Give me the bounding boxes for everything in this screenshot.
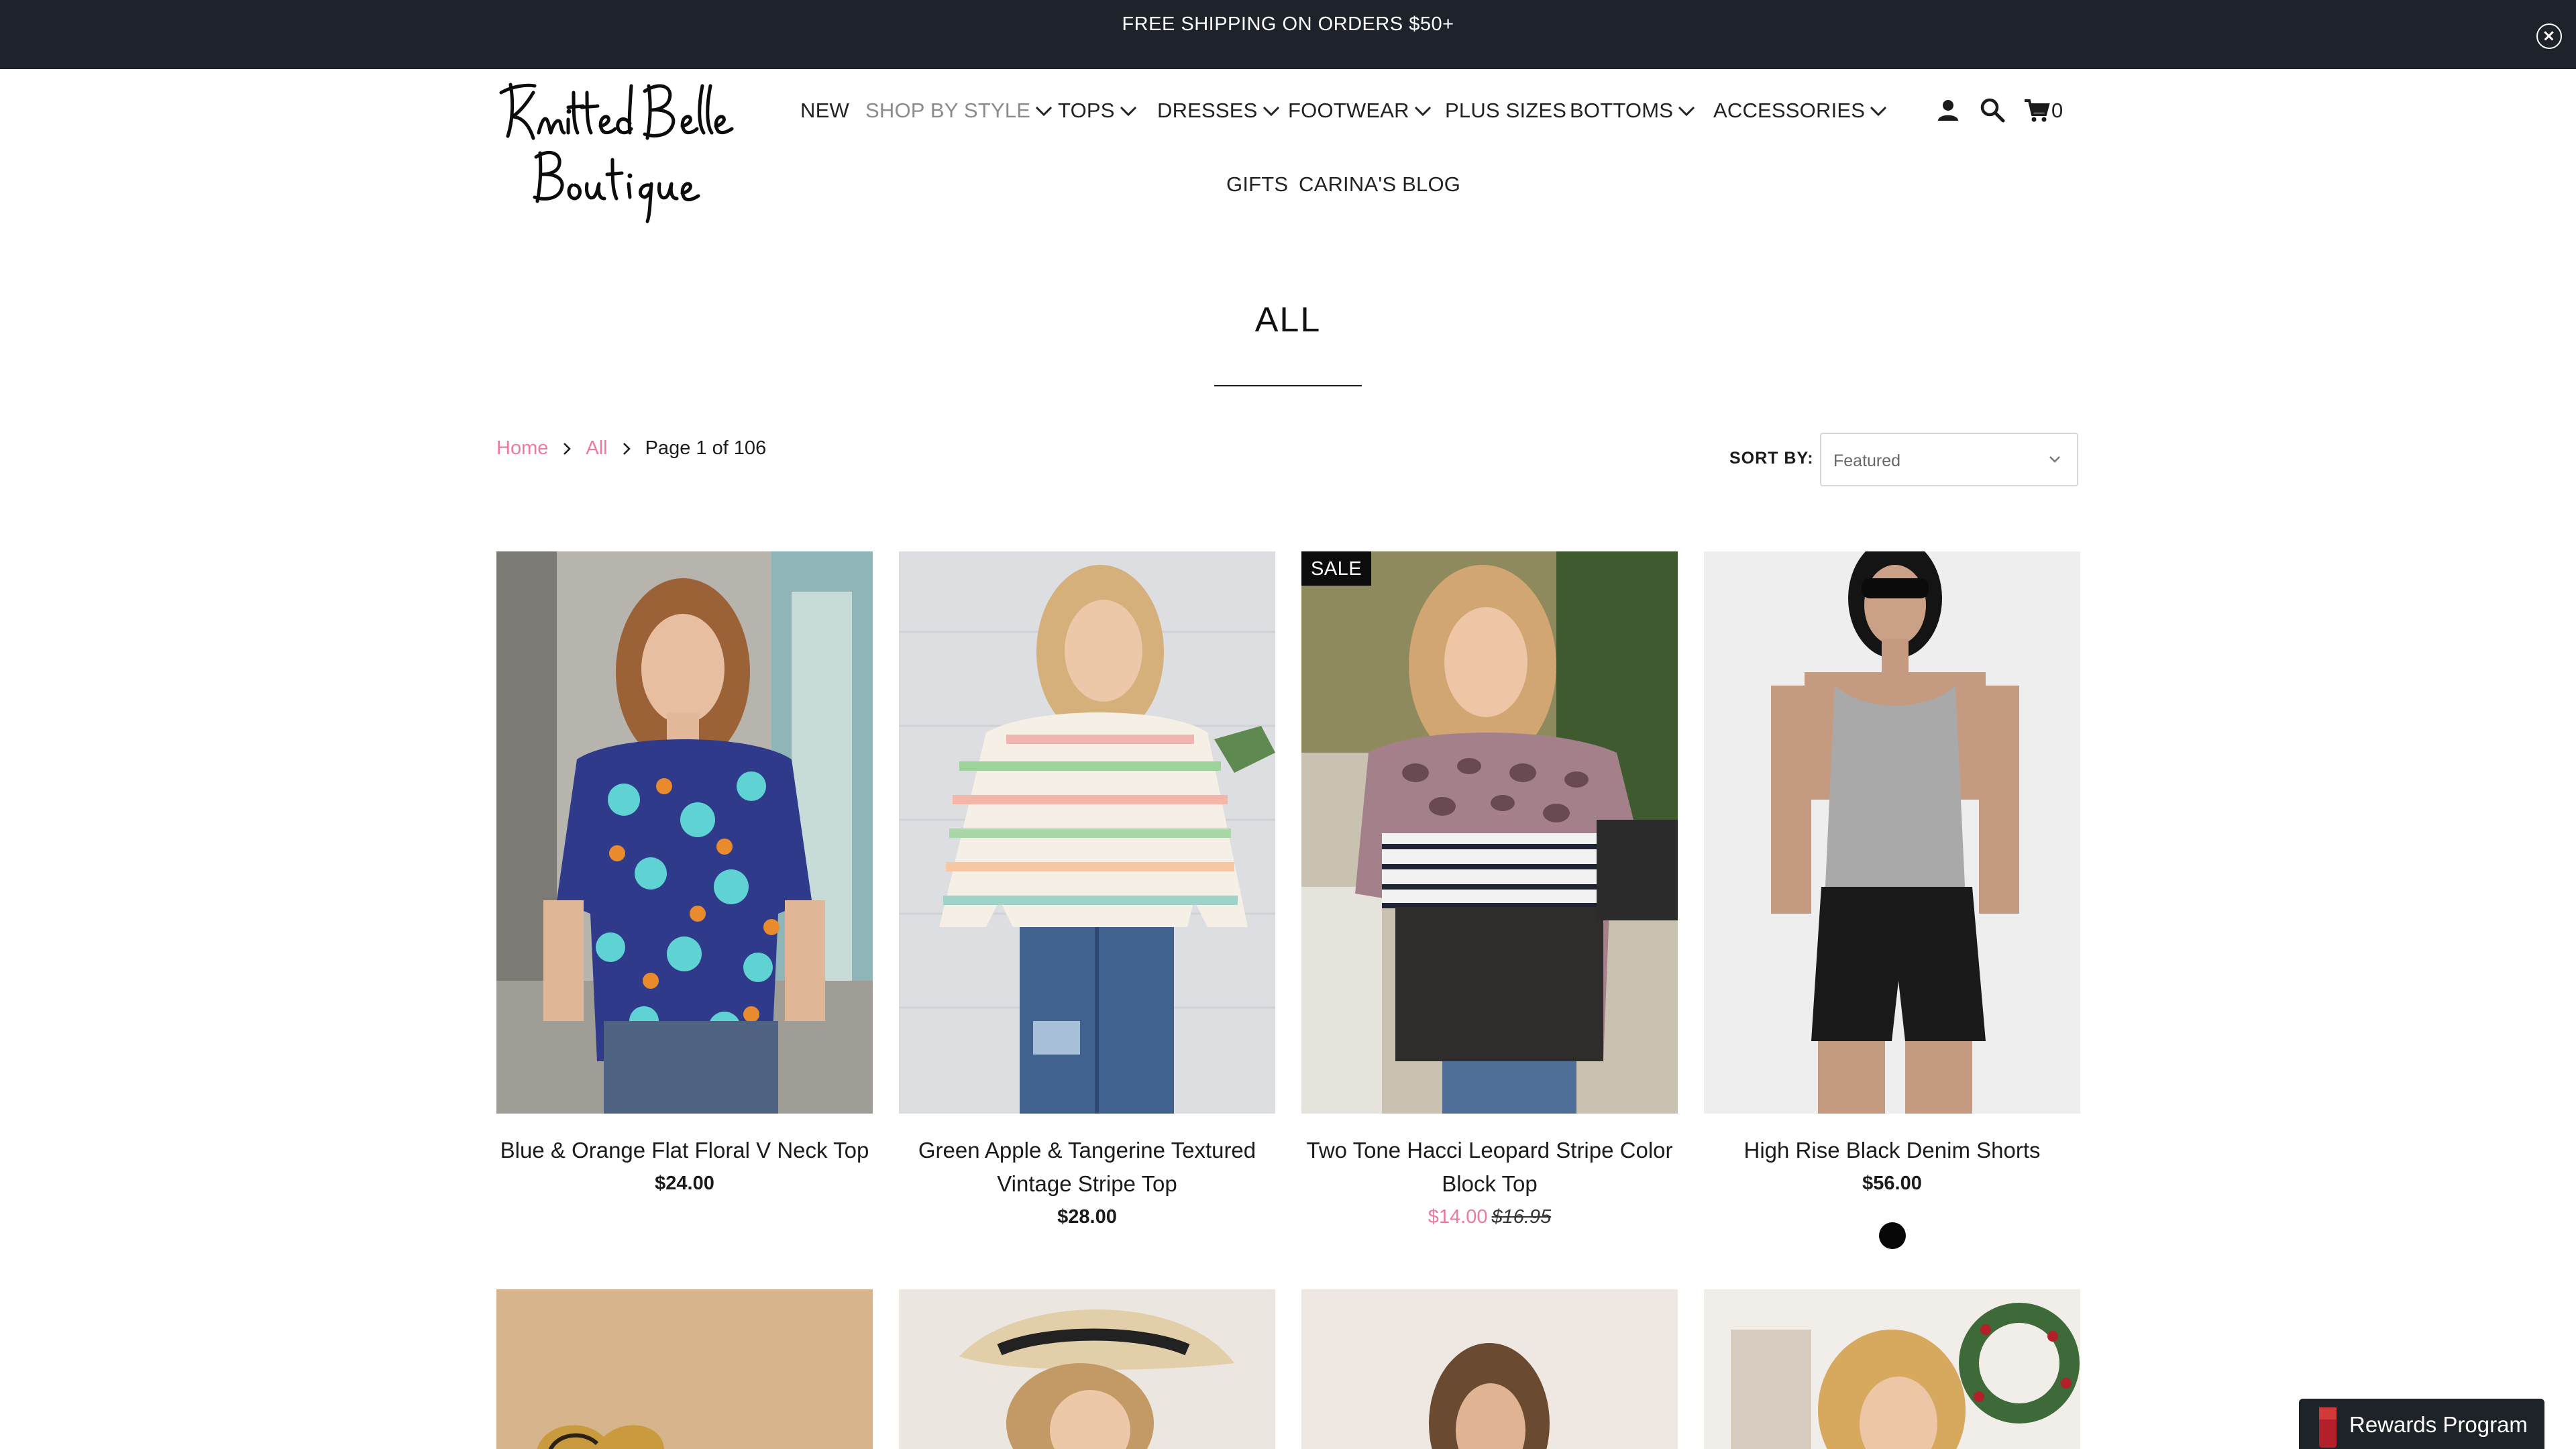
nav-item-gifts[interactable]: GIFTS	[1226, 172, 1288, 197]
product-image[interactable]	[496, 1289, 873, 1449]
chevron-down-icon	[1120, 106, 1136, 117]
product-price: $24.00	[655, 1173, 714, 1194]
product-image[interactable]	[1704, 1289, 2080, 1449]
compare-at-price: $16.95	[1491, 1206, 1552, 1228]
rewards-label: Rewards Program	[2349, 1412, 2528, 1437]
nav-item-label: DRESSES	[1157, 99, 1258, 122]
breadcrumb: Home All Page 1 of 106	[496, 437, 766, 460]
product-image[interactable]	[899, 551, 1275, 1114]
nav-item-accessories[interactable]: ACCESSORIES	[1713, 99, 1888, 123]
page-title: ALL	[1254, 301, 1322, 339]
sort-select[interactable]: Featured	[1820, 433, 2078, 486]
sale-badge: SALE	[1301, 551, 1372, 586]
rewards-icon	[2319, 1407, 2337, 1448]
product-price: $28.00	[1057, 1206, 1117, 1228]
nav-item-label: TOPS	[1058, 99, 1115, 122]
cart-count[interactable]: 0	[2051, 99, 2063, 123]
chevron-down-icon	[1870, 106, 1887, 117]
product-image[interactable]	[899, 1289, 1275, 1449]
title-divider	[1214, 385, 1362, 386]
product-title[interactable]: High Rise Black Denim Shorts	[1690, 1134, 2094, 1167]
nav-item-bottoms[interactable]: BOTTOMS	[1570, 99, 1696, 123]
nav-item-footwear[interactable]: FOOTWEAR	[1288, 99, 1432, 123]
color-swatch[interactable]	[1879, 1222, 1906, 1249]
sort-selected-value: Featured	[1833, 451, 1901, 470]
nav-item-label: PLUS SIZES	[1445, 99, 1567, 122]
chevron-down-icon	[1678, 106, 1695, 117]
chevron-down-icon	[1263, 106, 1279, 117]
product-image[interactable]	[1704, 551, 2080, 1114]
nav-item-label: BOTTOMS	[1570, 99, 1674, 122]
nav-item-label: SHOP BY STYLE	[865, 99, 1031, 122]
nav-item-label: ACCESSORIES	[1713, 99, 1866, 122]
breadcrumb-home-link[interactable]: Home	[496, 437, 548, 460]
breadcrumb-current-page: Page 1 of 106	[645, 437, 767, 459]
search-icon[interactable]	[1979, 97, 2006, 123]
nav-item-label: NEW	[800, 99, 849, 122]
sort-label: SORT BY:	[1729, 449, 1814, 468]
nav-item-label: CARINA'S BLOG	[1299, 172, 1461, 196]
product-image[interactable]	[496, 551, 873, 1114]
breadcrumb-collection-link[interactable]: All	[586, 437, 607, 460]
close-icon[interactable]	[2536, 23, 2562, 49]
product-price: $56.00	[1862, 1173, 1922, 1194]
product-title[interactable]: Green Apple & Tangerine Textured Vintage…	[885, 1134, 1289, 1201]
chevron-down-icon	[1414, 106, 1431, 117]
brand-logo[interactable]	[493, 72, 741, 223]
nav-item-tops[interactable]: TOPS	[1058, 99, 1138, 123]
product-image[interactable]	[1301, 551, 1678, 1114]
announcement-bar: FREE SHIPPING ON ORDERS $50+	[0, 0, 2576, 69]
nav-item-label: GIFTS	[1226, 172, 1289, 196]
product-price: $14.00 $16.95	[1301, 1206, 1678, 1228]
sale-price: $14.00	[1428, 1206, 1488, 1228]
nav-item-carinas-blog[interactable]: CARINA'S BLOG	[1299, 172, 1460, 197]
announcement-text: FREE SHIPPING ON ORDERS $50+	[1122, 13, 1454, 35]
nav-item-new[interactable]: NEW	[800, 99, 849, 123]
nav-item-shop-by-style[interactable]: SHOP BY STYLE	[865, 99, 1053, 123]
nav-item-dresses[interactable]: DRESSES	[1157, 99, 1281, 123]
product-title[interactable]: Two Tone Hacci Leopard Stripe Color Bloc…	[1288, 1134, 1691, 1201]
cart-icon[interactable]	[2023, 97, 2050, 123]
nav-item-label: FOOTWEAR	[1288, 99, 1409, 122]
nav-item-plus-sizes[interactable]: PLUS SIZES	[1445, 99, 1566, 123]
chevron-down-icon	[2049, 456, 2060, 463]
product-image[interactable]	[1301, 1289, 1678, 1449]
product-title[interactable]: Blue & Orange Flat Floral V Neck Top	[483, 1134, 886, 1167]
rewards-program-button[interactable]: Rewards Program	[2299, 1399, 2544, 1449]
chevron-right-icon	[623, 442, 631, 455]
account-icon[interactable]	[1935, 97, 1962, 123]
chevron-down-icon	[1036, 106, 1053, 117]
chevron-right-icon	[564, 442, 572, 455]
